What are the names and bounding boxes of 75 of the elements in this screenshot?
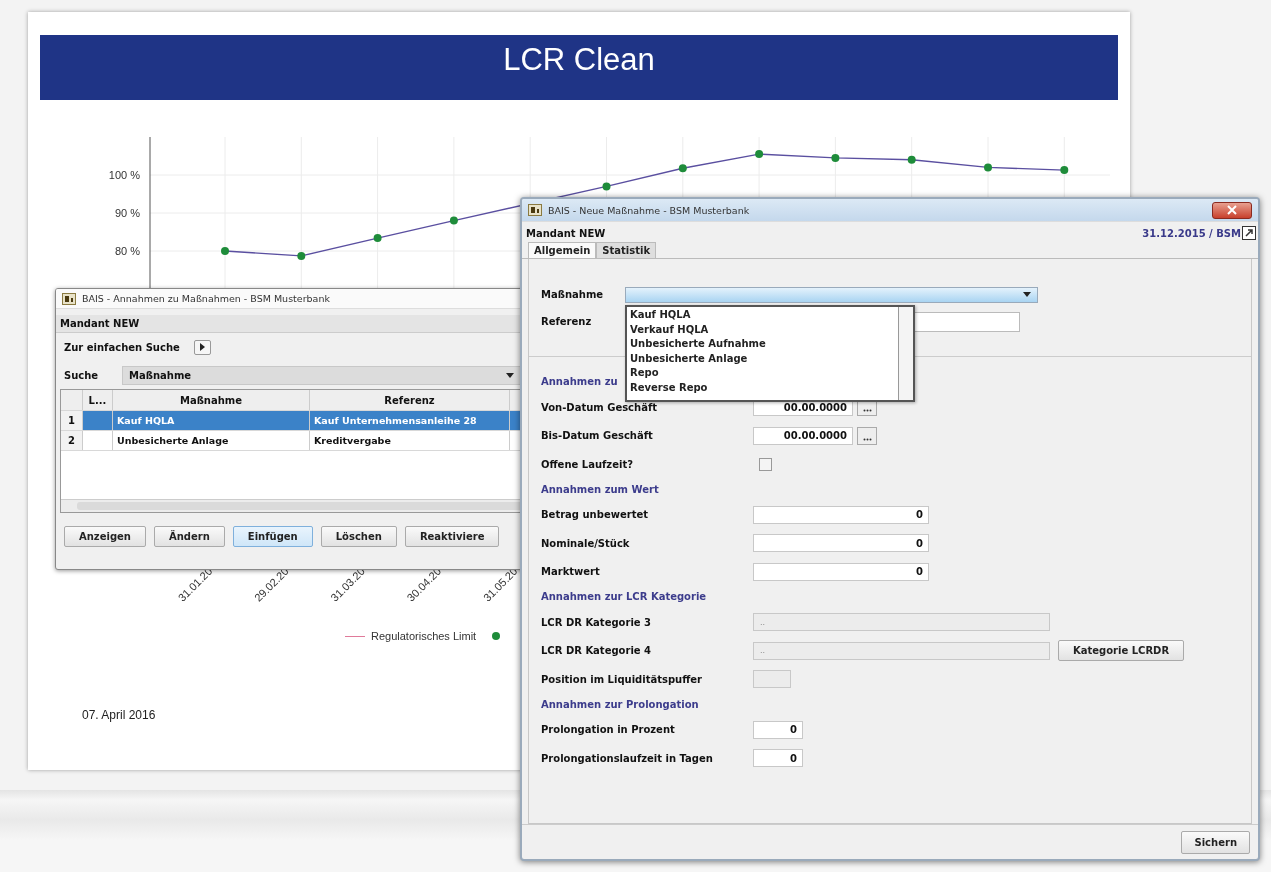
field-label: LCR DR Kategorie 4	[541, 645, 653, 657]
report-date: 07. April 2016	[82, 708, 156, 722]
number-field[interactable]: 0	[753, 720, 803, 739]
app-icon	[62, 292, 76, 305]
report-title: LCR Clean	[503, 41, 655, 79]
field-label: Offene Laufzeit?	[541, 458, 634, 470]
expand-icon[interactable]	[1242, 226, 1256, 240]
position-field[interactable]	[753, 670, 791, 689]
table-cell: Kauf Unternehmensanleihe 28	[310, 411, 510, 430]
tab[interactable]: Statistik	[596, 242, 657, 258]
field-label: Marktwert	[541, 566, 601, 578]
close-button[interactable]	[1212, 201, 1252, 219]
field-label: Betrag unbewertet	[541, 509, 649, 521]
ellipsis-icon	[862, 409, 872, 413]
dropdown-option[interactable]: Verkauf HQLA	[630, 322, 895, 337]
action-button[interactable]: Einfügen	[232, 526, 313, 547]
expand-button[interactable]	[193, 339, 211, 355]
table-cell: Kreditvergabe	[310, 431, 510, 450]
y-tick-label: 100 %	[108, 169, 140, 181]
dropdown-option[interactable]: Unbesicherte Anlage	[630, 351, 895, 366]
section-heading: Annahmen zum Wert	[541, 482, 659, 497]
date-field[interactable]: 00.00.0000	[753, 426, 853, 445]
simple-search-label: Zur einfachen Suche	[64, 341, 180, 353]
column-header[interactable]: Referenz	[310, 390, 510, 410]
caret-icon	[1023, 292, 1031, 297]
legend-label: Regulatorisches Limit	[371, 630, 477, 642]
action-button[interactable]: Löschen	[320, 526, 397, 547]
number-field[interactable]: 0	[753, 534, 929, 553]
row-number: 1	[61, 411, 83, 430]
window-title: BAIS - Neue Maßnahme - BSM Musterbank	[548, 204, 750, 216]
measure-dropdown[interactable]	[625, 286, 1038, 303]
table-cell: Kauf HQLA	[113, 411, 310, 430]
section-heading: Annahmen zur LCR Kategorie	[541, 590, 707, 604]
column-header[interactable]: L...	[83, 390, 113, 410]
column-header[interactable]: Maßnahme	[113, 390, 310, 410]
dropdown-option[interactable]: Unbesicherte Aufnahme	[630, 337, 895, 352]
section-heading: Annahmen zu	[541, 375, 618, 389]
dropdown-option[interactable]: Reverse Repo	[630, 380, 895, 395]
action-button[interactable]: Anzeigen	[64, 526, 146, 547]
dropdown-option[interactable]: Repo	[630, 366, 895, 381]
y-tick-label: 90 %	[114, 207, 140, 219]
ellipsis-icon	[862, 437, 872, 441]
number-field[interactable]: 0	[753, 749, 803, 768]
search-label: Suche	[64, 369, 100, 381]
number-field[interactable]: 0	[753, 505, 929, 524]
field-label: Prolongation in Prozent	[541, 724, 676, 736]
field-label: Maßnahme	[541, 289, 605, 300]
checkbox[interactable]	[759, 457, 772, 471]
field-label: Bis-Datum Geschäft	[541, 430, 654, 442]
row-number: 2	[61, 431, 83, 450]
save-button[interactable]: Sichern	[1181, 830, 1250, 854]
app-icon	[528, 204, 542, 216]
context-label: 31.12.2015 / BSM	[1142, 227, 1241, 239]
field-label: Von-Datum Geschäft	[541, 401, 659, 413]
play-icon	[199, 343, 206, 351]
field-label: Position im Liquiditätspuffer	[541, 673, 704, 685]
field-label: Nominale/Stück	[541, 537, 631, 549]
action-button[interactable]: Ändern	[153, 526, 225, 547]
search-dropdown[interactable]: Maßnahme	[122, 365, 521, 385]
action-button[interactable]: Reaktiviere	[404, 526, 500, 547]
client-label: Mandant NEW	[526, 227, 606, 239]
vertical-scrollbar[interactable]	[898, 307, 913, 400]
field-label: Referenz	[541, 316, 593, 327]
field-label: LCR DR Kategorie 3	[541, 616, 653, 628]
caret-icon	[506, 372, 514, 378]
tab[interactable]: Allgemein	[528, 242, 597, 258]
field-label: Prolongationslaufzeit in Tagen	[541, 752, 714, 764]
number-field[interactable]: 0	[753, 562, 929, 581]
section-heading: Annahmen zur Prolongation	[541, 697, 699, 712]
y-tick-label: 80 %	[114, 245, 140, 257]
dropdown-option[interactable]: Kauf HQLA	[630, 308, 895, 323]
table-cell: Unbesicherte Anlage	[113, 431, 310, 450]
window-title: BAIS - Annahmen zu Maßnahmen - BSM Musterbank	[82, 293, 330, 304]
close-icon	[1227, 205, 1237, 215]
category-button[interactable]: Kategorie LCRDR	[1058, 640, 1185, 662]
